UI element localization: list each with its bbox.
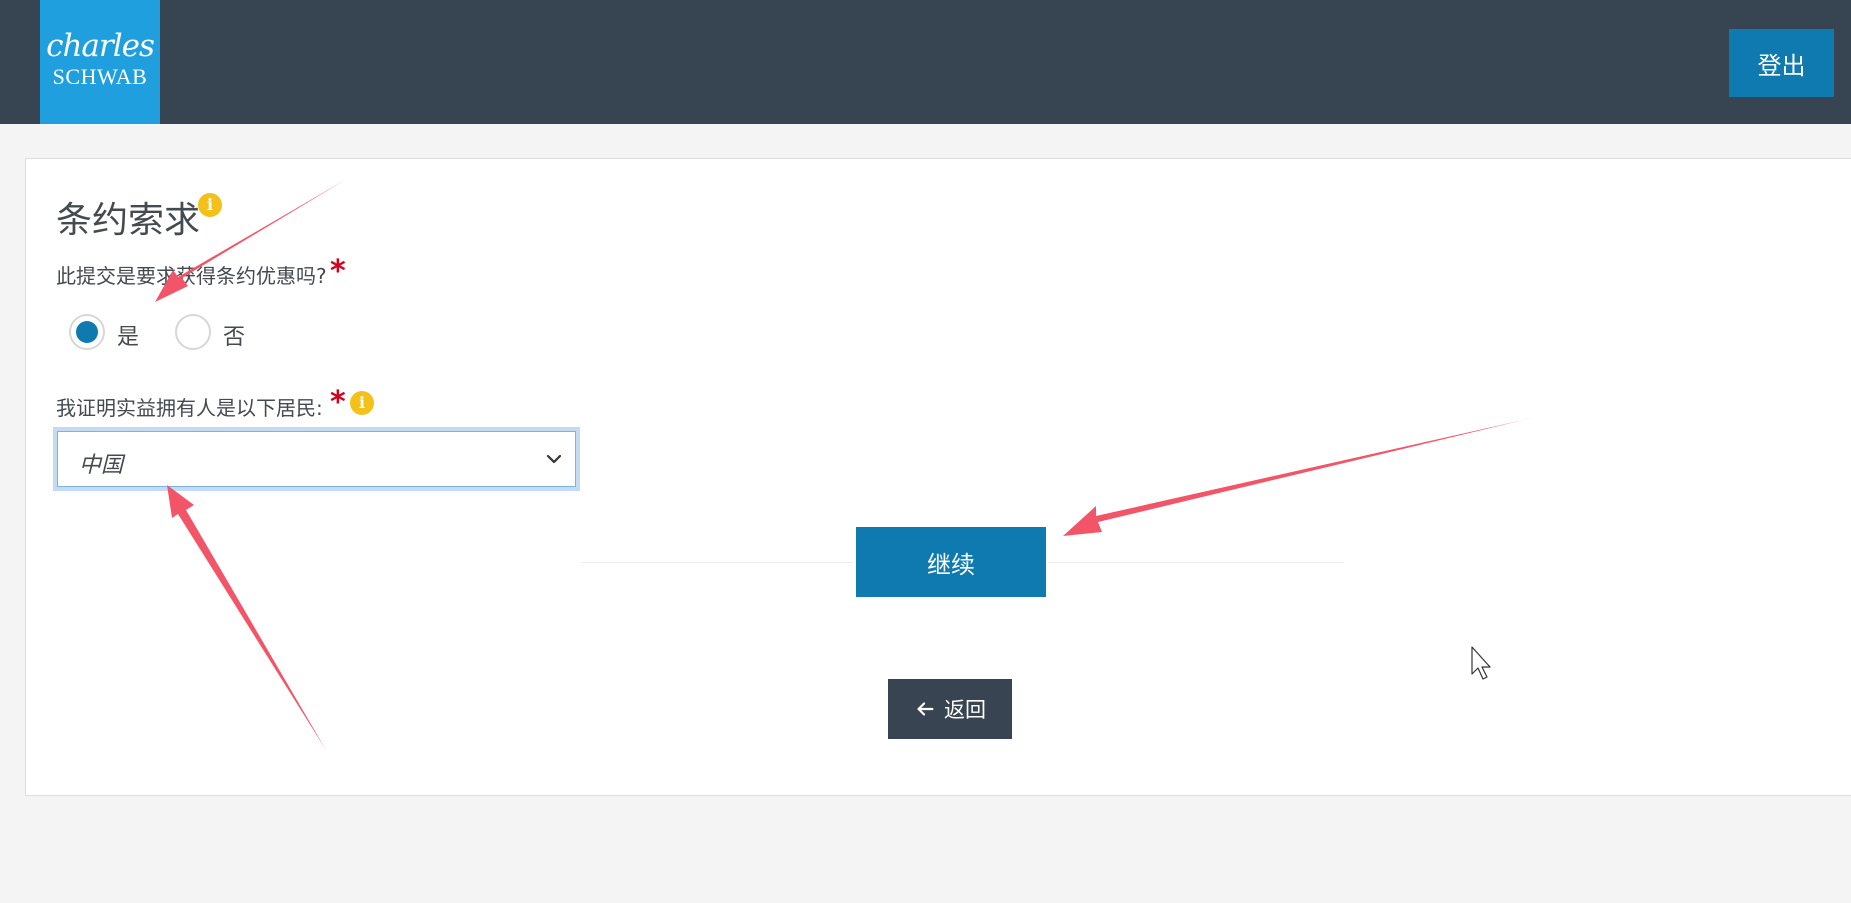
- radio-no-label[interactable]: 否: [223, 319, 245, 351]
- treaty-claim-card: 条约索求 i 此提交是要求获得条约优惠吗? * 是 否 我证明实益拥有人是以下居…: [25, 158, 1851, 796]
- logo-line-2: SCHWAB: [52, 64, 148, 89]
- logo-line-1: charles: [46, 28, 155, 64]
- charles-schwab-logo[interactable]: charles SCHWAB: [40, 0, 160, 124]
- continue-button[interactable]: 继续: [856, 527, 1046, 597]
- chevron-down-icon: [546, 454, 562, 464]
- radio-yes-label[interactable]: 是: [117, 319, 139, 351]
- top-header: charles SCHWAB 登出: [0, 0, 1851, 124]
- country-select-border: [57, 431, 576, 487]
- treaty-benefit-question: 此提交是要求获得条约优惠吗?: [56, 264, 327, 288]
- divider: [1048, 562, 1344, 563]
- page-title: 条约索求: [56, 200, 201, 241]
- radio-no[interactable]: [175, 314, 211, 350]
- arrow-left-icon: [917, 702, 934, 716]
- country-label: 我证明实益拥有人是以下居民:: [56, 396, 323, 420]
- info-icon[interactable]: i: [350, 391, 374, 415]
- country-select[interactable]: 中国: [53, 427, 580, 491]
- radio-yes[interactable]: [69, 314, 105, 350]
- required-mark: *: [330, 254, 346, 289]
- back-button-label: 返回: [944, 698, 986, 722]
- logout-button[interactable]: 登出: [1729, 29, 1834, 97]
- divider: [581, 562, 853, 563]
- country-select-value: 中国: [79, 453, 124, 478]
- info-icon[interactable]: i: [198, 193, 222, 217]
- back-button[interactable]: 返回: [888, 679, 1012, 739]
- required-mark: *: [330, 385, 346, 420]
